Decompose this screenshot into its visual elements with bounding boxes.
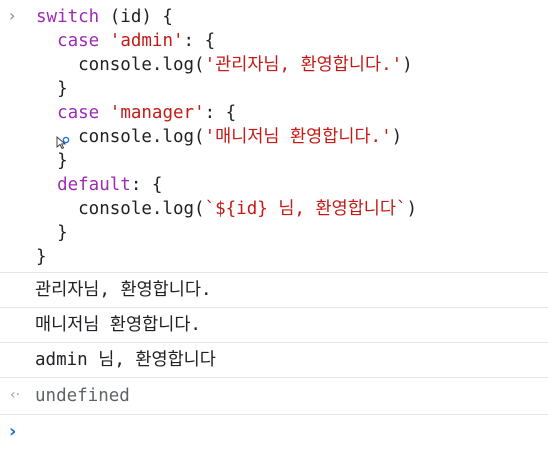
code-line: } xyxy=(36,77,548,101)
code-keyword: case xyxy=(57,103,100,123)
code-block[interactable]: switch (id) { case 'admin': { console.lo… xyxy=(0,0,548,272)
code-keyword: default xyxy=(57,175,131,195)
code-line: console.log('관리자님, 환영합니다.') xyxy=(36,53,548,77)
code-string: `${id} 님, 환영합니다` xyxy=(204,199,407,219)
code-text: } xyxy=(36,247,47,267)
code-text: } xyxy=(36,151,68,171)
console-log-output: 관리자님, 환영합니다. xyxy=(0,273,548,308)
code-line: } xyxy=(36,149,548,173)
code-line: } xyxy=(36,245,548,269)
code-string: '매니저님 환영합니다.' xyxy=(204,127,392,147)
log-message: admin 님, 환영합니다 xyxy=(35,350,216,370)
code-text: console.log( xyxy=(36,199,205,219)
code-string: 'admin' xyxy=(109,31,184,51)
code-text: ) xyxy=(391,127,403,147)
code-keyword: switch xyxy=(36,7,100,27)
cursor-icon xyxy=(56,136,70,150)
code-string: 'manager' xyxy=(109,103,205,123)
code-line: } xyxy=(36,221,548,245)
code-text: } xyxy=(36,79,68,99)
prompt-chevron-icon: › xyxy=(9,421,17,442)
code-text: ) xyxy=(402,55,413,75)
code-text: : { xyxy=(130,175,163,195)
code-keyword: case xyxy=(57,31,100,51)
code-text: (id) { xyxy=(99,7,173,27)
code-text: : { xyxy=(204,103,237,123)
log-message: 관리자님, 환영합니다. xyxy=(35,280,212,300)
code-line: console.log(`${id} 님, 환영합니다`) xyxy=(36,197,548,221)
code-line: default: { xyxy=(36,173,548,197)
console-input-entry: › switch (id) { case 'admin': { console.… xyxy=(0,0,548,273)
log-message: 매니저님 환영합니다. xyxy=(35,315,201,335)
devtools-console: › switch (id) { case 'admin': { console.… xyxy=(0,0,548,455)
result-value: undefined xyxy=(35,386,130,406)
code-line: case 'admin': { xyxy=(36,29,548,53)
code-line: case 'manager': { xyxy=(36,101,548,125)
code-text: ) xyxy=(406,199,418,219)
console-prompt[interactable]: › xyxy=(0,415,548,451)
code-text: console.log( xyxy=(36,55,205,75)
return-arrow-icon: ‹· xyxy=(10,387,21,403)
code-line: console.log('매니저님 환영합니다.') xyxy=(36,125,548,149)
code-text: } xyxy=(36,223,68,243)
console-log-output: admin 님, 환영합니다 xyxy=(0,343,548,378)
code-line: switch (id) { xyxy=(36,5,548,29)
code-string: '관리자님, 환영합니다.' xyxy=(204,55,403,75)
console-result-entry: ‹· undefined xyxy=(0,378,548,415)
console-log-output: 매니저님 환영합니다. xyxy=(0,308,548,343)
code-text: : { xyxy=(183,31,216,51)
